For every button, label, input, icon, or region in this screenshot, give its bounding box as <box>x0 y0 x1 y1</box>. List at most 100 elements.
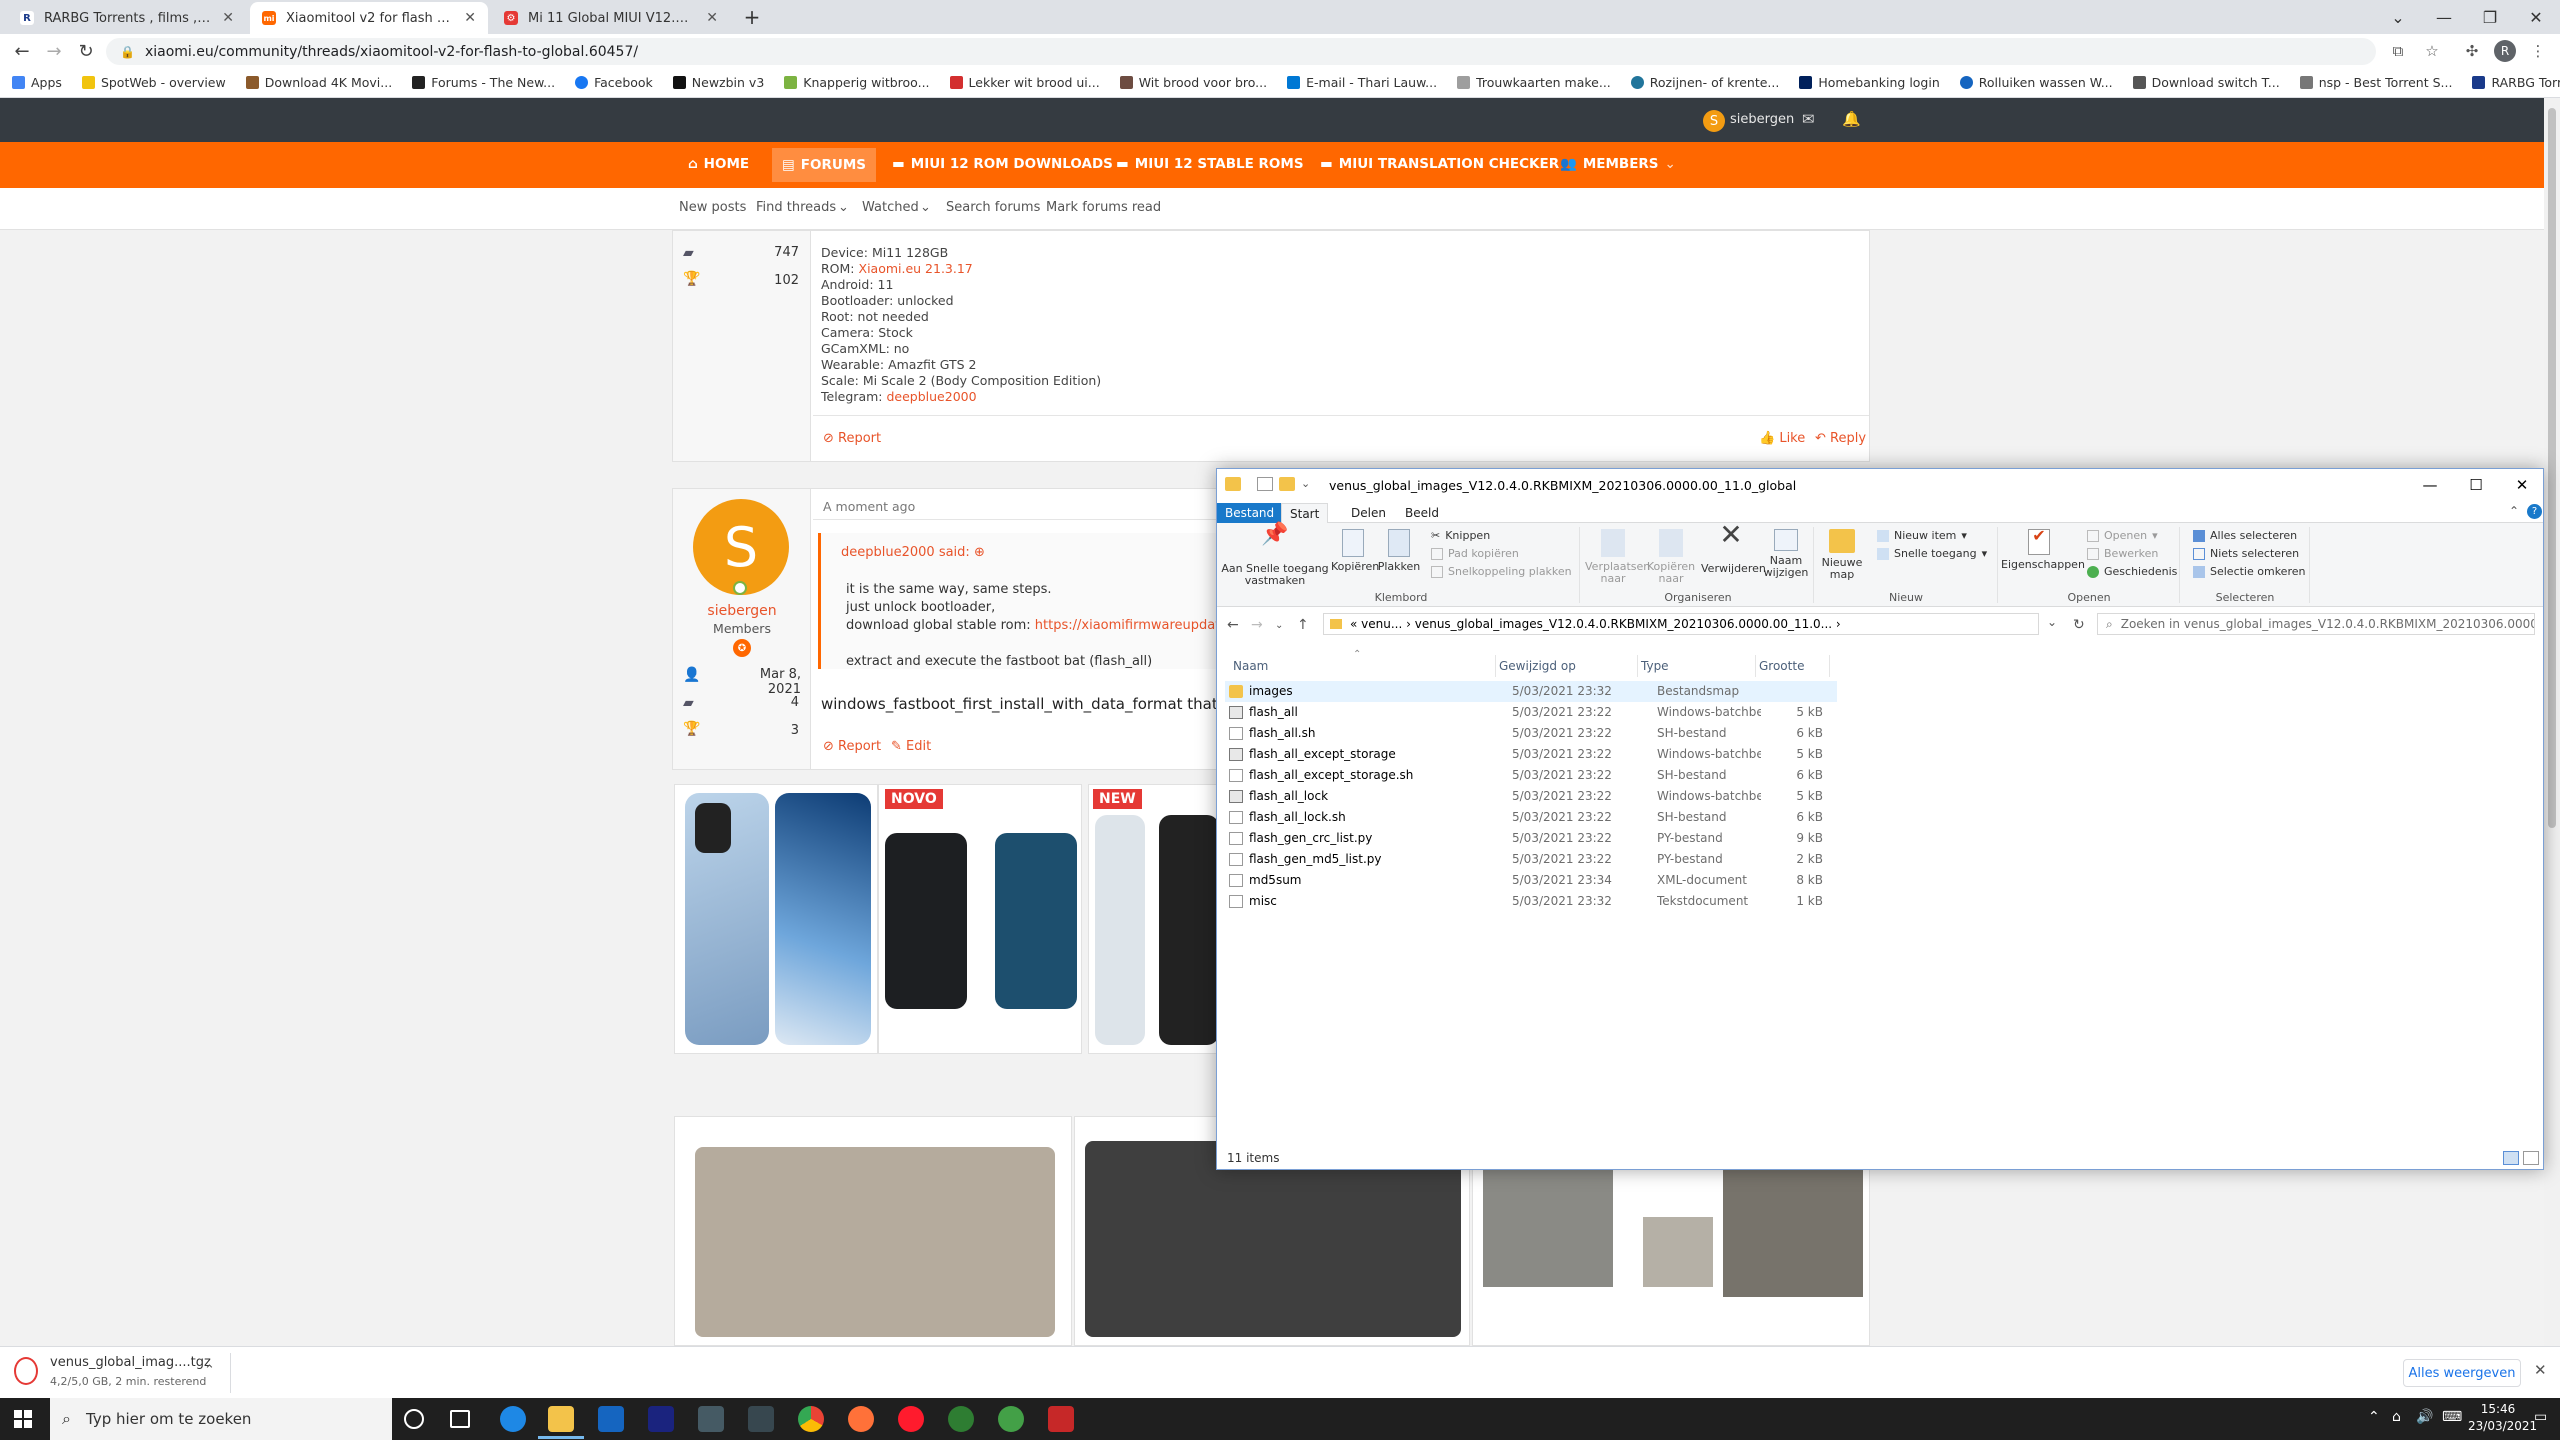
chevron-down-icon[interactable]: ⌄ <box>838 200 849 215</box>
customize-quick-access-icon[interactable]: ⌄ <box>1301 477 1310 490</box>
close-icon[interactable]: ✕ <box>706 10 718 26</box>
bookmark-item[interactable]: nsp - Best Torrent S... <box>2299 75 2452 90</box>
post-time[interactable]: A moment ago <box>823 499 915 514</box>
recent-locations-icon[interactable]: ⌄ <box>1275 620 1283 631</box>
nav-miui12-rom-downloads[interactable]: ▬ MIUI 12 ROM DOWNLOADS <box>892 156 1113 172</box>
edit-button[interactable]: ✎ Edit <box>891 739 931 754</box>
file-row[interactable]: misc 5/03/2021 23:32 Tekstdocument 1 kB <box>1225 891 1837 912</box>
rename-button[interactable]: Naam wijzigen <box>1763 529 1809 579</box>
bell-icon[interactable]: 🔔 <box>1842 110 1861 128</box>
windows-start-icon[interactable] <box>14 1410 32 1428</box>
file-row[interactable]: flash_all 5/03/2021 23:22 Windows-batchb… <box>1225 702 1837 723</box>
select-all-button[interactable]: Alles selecteren <box>2193 529 2297 542</box>
bookmark-item[interactable]: Trouwkaarten make... <box>1457 75 1611 90</box>
bookmark-item[interactable]: Rolluiken wassen W... <box>1959 75 2113 90</box>
reply-button[interactable]: ↶ Reply <box>1815 431 1866 446</box>
back-button[interactable]: ← <box>8 38 36 64</box>
ad-phone-mi11[interactable] <box>674 784 878 1054</box>
store-icon[interactable] <box>698 1406 724 1432</box>
ad-phone-redmi[interactable]: NEW <box>1088 784 1218 1054</box>
scrollbar-thumb[interactable] <box>2548 108 2556 828</box>
new-folder-button[interactable]: Nieuwe map <box>1817 529 1867 581</box>
translate-icon[interactable]: ⧉ <box>2386 40 2410 62</box>
bookmark-item[interactable]: Wit brood voor bro... <box>1119 75 1267 90</box>
collapse-ribbon-icon[interactable]: ⌃ <box>2509 504 2519 518</box>
like-button[interactable]: 👍 Like <box>1759 431 1805 446</box>
edge-icon[interactable] <box>500 1406 526 1432</box>
bookmark-star-icon[interactable]: ☆ <box>2420 40 2444 62</box>
mail-icon[interactable] <box>598 1406 624 1432</box>
keyboard-icon[interactable]: ⌨ <box>2442 1409 2462 1425</box>
properties-button[interactable]: ✔ Eigenschappen <box>2001 528 2085 571</box>
new-tab-button[interactable]: + <box>732 4 772 30</box>
download-filename[interactable]: venus_global_imag....tgz <box>50 1355 211 1370</box>
file-explorer-icon[interactable] <box>548 1406 574 1432</box>
chevron-down-icon[interactable]: ⌄ <box>920 200 931 215</box>
explorer-address-bar[interactable]: « venu... › venus_global_images_V12.0.4.… <box>1323 613 2039 635</box>
ad-garden-furniture-beige[interactable] <box>674 1116 1072 1346</box>
column-separator[interactable] <box>1495 655 1496 677</box>
extensions-icon[interactable]: ✣ <box>2460 40 2484 62</box>
quote-author[interactable]: deepblue2000 said: ⊕ <box>841 545 985 560</box>
telegram-link[interactable]: deepblue2000 <box>886 389 976 404</box>
copy-path-button[interactable]: Pad kopiëren <box>1431 547 1519 560</box>
volume-icon[interactable]: 🔊 <box>2416 1409 2433 1425</box>
bookmark-item[interactable]: Knapperig witbroo... <box>784 75 930 90</box>
post-username[interactable]: siebergen <box>673 603 811 619</box>
page-scrollbar[interactable] <box>2544 98 2560 1346</box>
subnav-find-threads[interactable]: Find threads <box>756 200 836 215</box>
tab-search-icon[interactable]: ⌄ <box>2378 4 2418 30</box>
utorrent-icon[interactable] <box>948 1406 974 1432</box>
select-none-button[interactable]: Niets selecteren <box>2193 547 2299 560</box>
ribbon-tab-bestand[interactable]: Bestand <box>1217 503 1283 523</box>
explorer-search-input[interactable]: ⌕ Zoeken in venus_global_images_V12.0.4.… <box>2097 613 2535 635</box>
ribbon-tab-beeld[interactable]: Beeld <box>1397 503 1447 523</box>
file-row[interactable]: flash_all_except_storage 5/03/2021 23:22… <box>1225 744 1837 765</box>
new-item-button[interactable]: Nieuw item ▾ <box>1877 529 1967 542</box>
clock[interactable]: 15:46 23/03/2021 <box>2468 1401 2537 1435</box>
bookmark-item[interactable]: Facebook <box>575 75 653 90</box>
menu-kebab-icon[interactable]: ⋮ <box>2526 40 2550 62</box>
subnav-new-posts[interactable]: New posts <box>679 200 746 215</box>
show-all-downloads-button[interactable]: Alles weergeven <box>2403 1359 2521 1387</box>
close-icon[interactable]: ✕ <box>464 10 476 26</box>
download-options-icon[interactable]: ⌃ <box>204 1363 215 1378</box>
mail-icon[interactable]: ✉ <box>1802 110 1815 128</box>
show-hidden-icons-icon[interactable]: ⌃ <box>2368 1409 2380 1425</box>
file-row[interactable]: flash_all_lock 5/03/2021 23:22 Windows-b… <box>1225 786 1837 807</box>
up-folder-button[interactable]: ↑ <box>1297 617 1309 633</box>
nav-forums[interactable]: ▤ FORUMS <box>772 148 876 182</box>
bookmark-item[interactable]: Newzbin v3 <box>672 75 764 90</box>
file-row[interactable]: flash_all_lock.sh 5/03/2021 23:22 SH-bes… <box>1225 807 1837 828</box>
bookmark-item[interactable]: SpotWeb - overview <box>81 75 226 90</box>
opera-icon[interactable] <box>898 1406 924 1432</box>
nav-members[interactable]: 👥 MEMBERS ⌄ <box>1560 156 1676 172</box>
steam-icon[interactable] <box>748 1406 774 1432</box>
invert-selection-button[interactable]: Selectie omkeren <box>2193 565 2305 578</box>
column-header-type[interactable]: Type <box>1641 659 1669 673</box>
tab-mi11-global[interactable]: ⚙ Mi 11 Global MIUI V12.0.4.0.RKBMI... ✕ <box>492 2 730 34</box>
history-button[interactable]: Geschiedenis <box>2087 565 2177 578</box>
app-icon[interactable] <box>1048 1406 1074 1432</box>
refresh-button[interactable]: ↻ <box>2073 617 2085 633</box>
close-icon[interactable]: ✕ <box>222 10 234 26</box>
file-row[interactable]: flash_all.sh 5/03/2021 23:22 SH-bestand … <box>1225 723 1837 744</box>
column-separator[interactable] <box>1829 655 1830 677</box>
bookmark-item[interactable]: Download 4K Movi... <box>245 75 392 90</box>
column-separator[interactable] <box>1755 655 1756 677</box>
delete-button[interactable]: ✕ Verwijderen <box>1701 521 1766 575</box>
profile-avatar[interactable]: R <box>2494 40 2516 62</box>
file-row[interactable]: images 5/03/2021 23:32 Bestandsmap <box>1225 681 1837 702</box>
new-folder-icon[interactable] <box>1279 477 1295 491</box>
notifications-icon[interactable]: ▭ <box>2534 1409 2547 1425</box>
bookmark-item[interactable]: Forums - The New... <box>412 75 555 90</box>
paste-shortcut-button[interactable]: Snelkoppeling plakken <box>1431 565 1572 578</box>
username-link[interactable]: siebergen <box>1730 112 1794 127</box>
move-to-button[interactable]: Verplaatsen naar <box>1585 529 1650 585</box>
task-view-icon[interactable] <box>450 1410 470 1428</box>
paste-button[interactable]: Plakken <box>1377 529 1421 573</box>
ribbon-tab-delen[interactable]: Delen <box>1343 503 1394 523</box>
report-button[interactable]: ⊘ Report <box>823 739 881 754</box>
large-icons-view-icon[interactable] <box>2523 1151 2539 1165</box>
minimize-button[interactable]: — <box>2424 4 2464 30</box>
